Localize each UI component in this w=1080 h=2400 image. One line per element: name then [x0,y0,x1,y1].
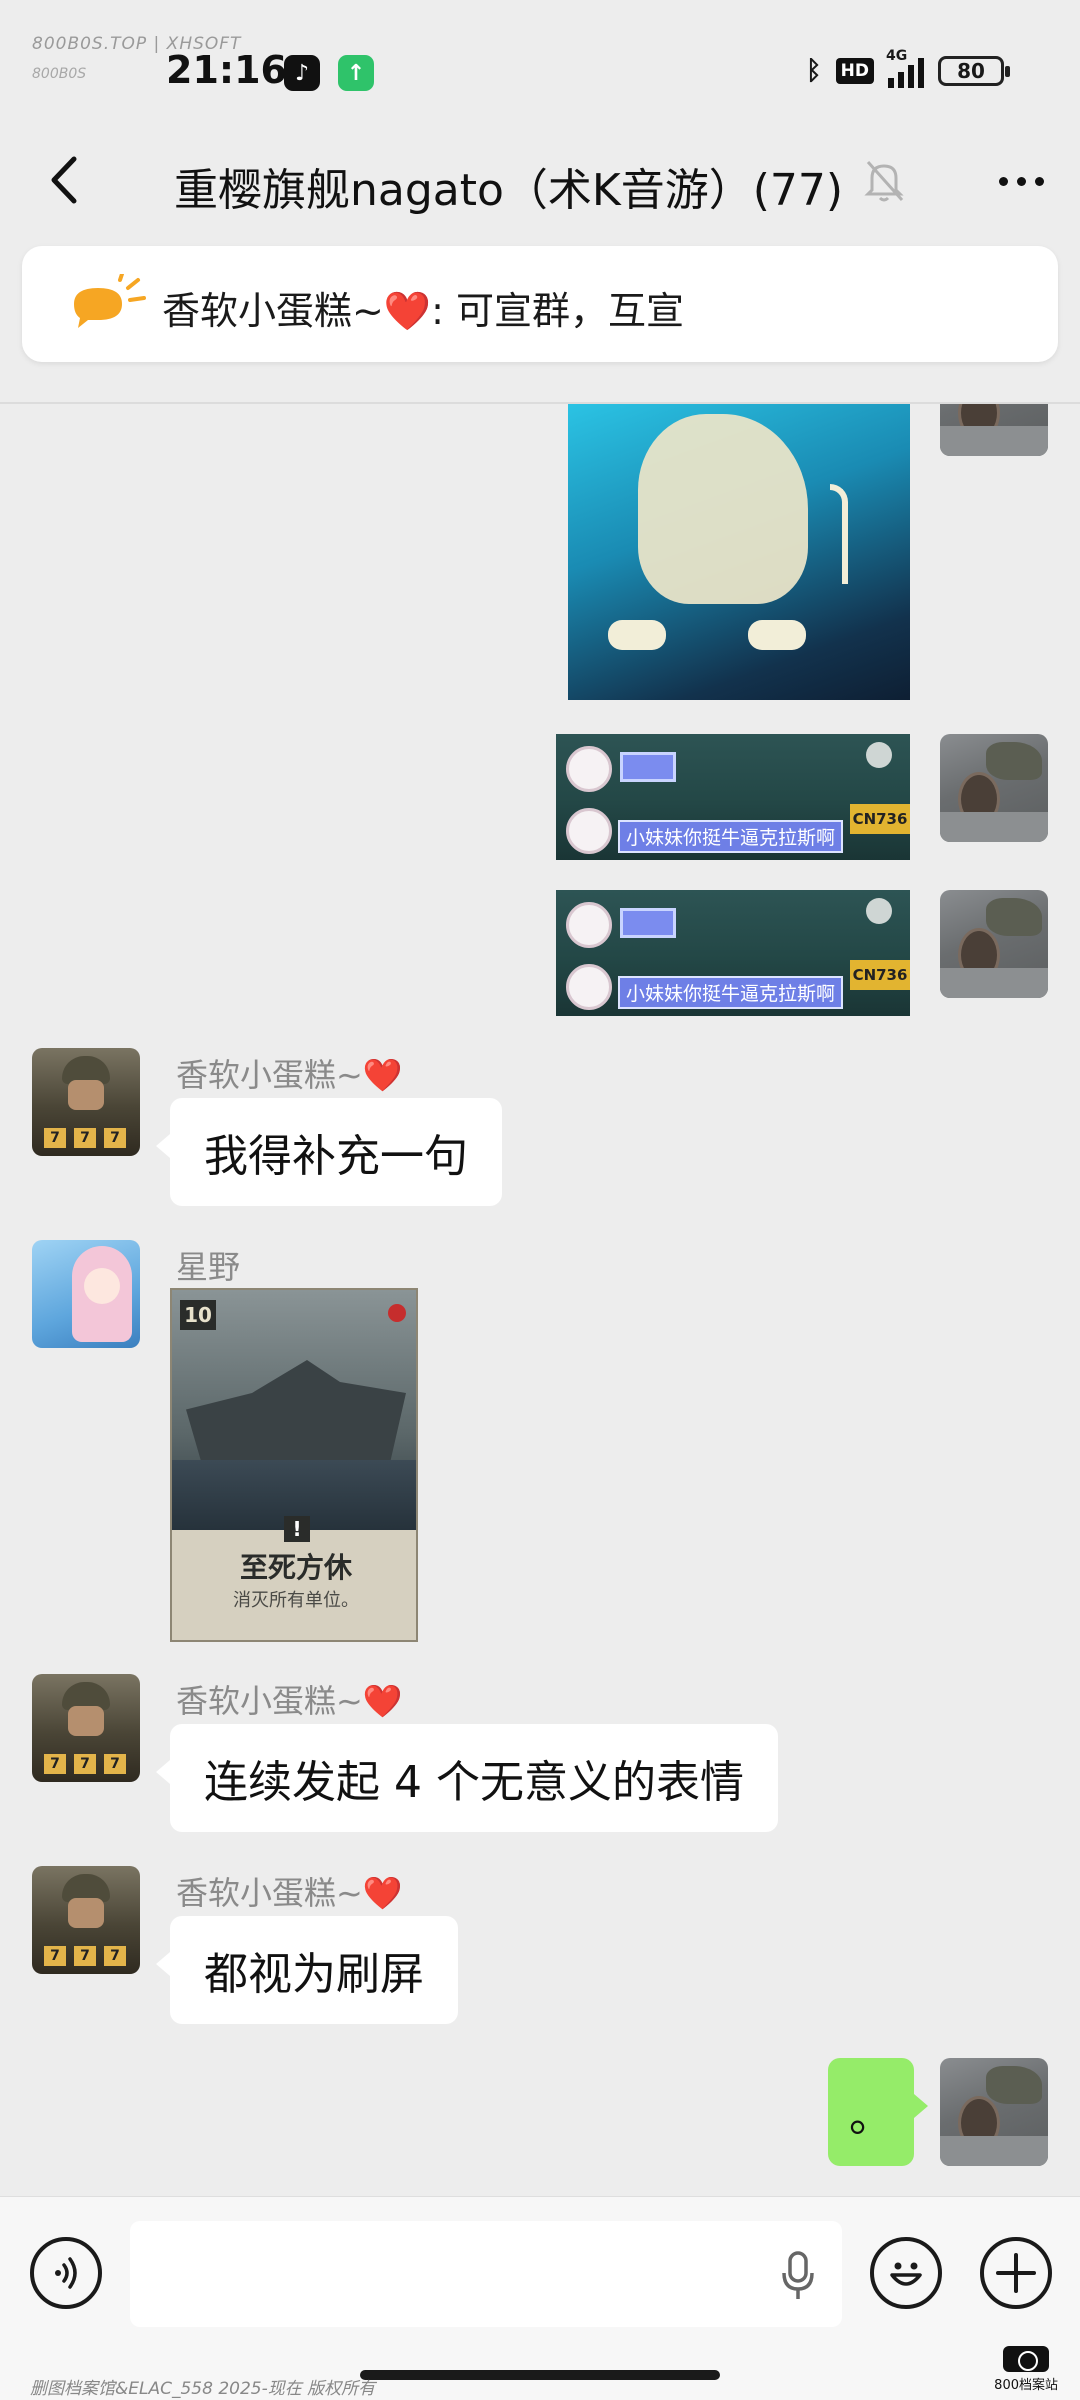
voice-toggle-button[interactable] [30,2237,102,2309]
sender-name: 星野 [176,1248,241,1286]
sender-avatar[interactable]: 777 [32,1674,140,1782]
more-functions-button[interactable] [980,2237,1052,2309]
my-avatar[interactable] [940,890,1048,998]
back-arrow-icon [51,156,77,204]
sticker-plate-text: CN736 [850,804,910,834]
smile-icon [890,2262,922,2286]
sticker-message[interactable]: CN736 小妹妹你挺牛逼克拉斯啊 [556,734,910,860]
image-message[interactable]: 10 ! 至死方休 消灭所有单位。 [170,1288,418,1642]
sticker-caption: 小妹妹你挺牛逼克拉斯啊 [618,976,844,1009]
card-level: 10 [180,1300,216,1330]
sender-name: 香软小蛋糕~❤️ [176,1682,403,1720]
bluetooth-icon: ᛒ [806,56,822,86]
card-title: 至死方休 [239,1551,352,1584]
text-message-bubble[interactable]: 都视为刷屏 [156,1916,458,2024]
my-avatar[interactable] [940,2058,1048,2166]
home-indicator[interactable] [360,2370,720,2380]
message-text: 都视为刷屏 [204,1949,424,2000]
warning-icon: ! [284,1516,310,1542]
watermark-bottom: 删图档案馆&ELAC_558 2025-现在 版权所有 [30,2379,376,2399]
tiktok-notification-icon: ♪ [284,55,320,91]
sender-name: 香软小蛋糕~❤️ [176,1056,403,1094]
my-avatar[interactable] [940,404,1048,456]
message-text: 。 [849,2091,893,2142]
sticker-plate-text: CN736 [850,960,910,990]
card-description: 消灭所有单位。 [233,1590,359,1611]
message-input[interactable] [130,2221,842,2327]
announcement-bubble-icon [74,274,146,328]
message-list[interactable]: CN736 小妹妹你挺牛逼克拉斯啊 CN736 小妹妹你挺牛逼克拉斯啊 777 … [0,404,1080,2196]
microphone-icon[interactable] [780,2249,816,2301]
network-type: 4G [886,48,908,64]
sender-avatar[interactable]: 777 [32,1866,140,1974]
camera-icon [1003,2346,1050,2372]
sender-name: 香软小蛋糕~❤️ [176,1874,403,1912]
chat-title[interactable]: 重樱旗舰nagato（术K音游）(77) [174,154,843,218]
message-text: 我得补充一句 [204,1131,468,1182]
sender-avatar[interactable] [32,1240,140,1348]
battery-level: 80 [957,59,985,83]
watermark-logo: 800档案站 [994,2346,1058,2393]
status-time: 21:16 [166,48,287,92]
announcement-text: 香软小蛋糕~❤️: 可宣群，互宣 [162,289,685,333]
sender-avatar[interactable]: 777 [32,1048,140,1156]
sticker-message[interactable]: CN736 小妹妹你挺牛逼克拉斯啊 [556,890,910,1016]
watermark-logo-text: 800档案站 [994,2378,1058,2393]
emoji-button[interactable] [870,2237,942,2309]
battery-icon: 80 [938,56,1010,86]
watermark-top-sub: 800B0S [32,66,87,82]
chat-header: 重樱旗舰nagato（术K音游）(77) [0,120,1080,240]
mute-bell-icon [864,160,904,202]
status-icons: ᛒ HD 4G 80 [806,48,1010,88]
status-bar: 800B0S.TOP | XHSOFT 800B0S 21:16 ♪ ↑ ᛒ H… [0,0,1080,110]
my-avatar[interactable] [940,734,1048,842]
plus-icon [996,2253,1036,2293]
text-message-bubble[interactable]: 我得补充一句 [156,1098,502,1206]
my-text-message-bubble[interactable]: 。 [828,2058,928,2166]
hd-badge: HD [835,58,874,84]
more-options-button[interactable] [990,158,1052,204]
sticker-message[interactable] [568,404,910,700]
back-button[interactable] [34,150,94,210]
text-message-bubble[interactable]: 连续发起 4 个无意义的表情 [156,1724,778,1832]
signal-icon: 4G [886,48,924,88]
upload-notification-icon: ↑ [338,55,374,91]
message-text: 连续发起 4 个无意义的表情 [204,1757,744,1808]
sticker-caption: 小妹妹你挺牛逼克拉斯啊 [618,820,844,853]
pinned-announcement[interactable]: 香软小蛋糕~❤️: 可宣群，互宣 [22,246,1058,362]
voice-wave-icon [55,2257,77,2289]
